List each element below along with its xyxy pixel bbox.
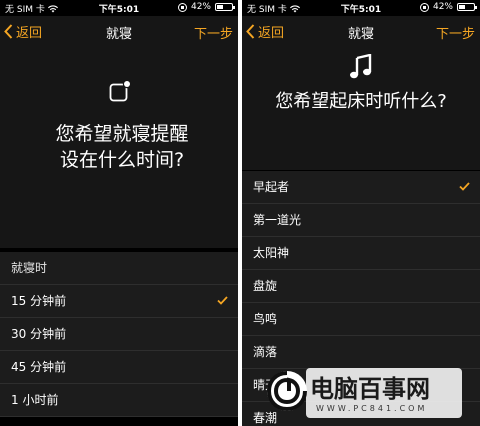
bedtime-reminder-icon xyxy=(109,80,131,102)
option-label: 盘旋 xyxy=(253,279,278,293)
option-label: 45 分钟前 xyxy=(11,360,67,374)
status-bar: 无 SIM 卡 下午5:01 42% xyxy=(0,0,238,16)
status-right: 42% xyxy=(419,2,477,12)
battery-icon xyxy=(215,3,235,11)
hero-question: 您希望起床时听什么? xyxy=(275,91,447,112)
watermark-brand: 电脑百事网 xyxy=(310,375,430,403)
brand-logo-icon xyxy=(266,371,307,412)
reminder-options-list: 就寝时 15 分钟前 30 分钟前 45 分钟前 1 小时前 xyxy=(0,252,238,417)
option-label: 滴落 xyxy=(253,345,278,359)
option-label: 15 分钟前 xyxy=(11,294,67,308)
option-label: 鸟鸣 xyxy=(253,312,278,326)
music-note-icon xyxy=(350,54,372,79)
hero-line-1: 您希望就寝提醒 xyxy=(55,123,189,145)
option-15-min[interactable]: 15 分钟前 xyxy=(0,285,238,318)
next-button[interactable]: 下一步 xyxy=(436,23,475,42)
option-label: 太阳神 xyxy=(253,246,290,260)
option-label: 第一道光 xyxy=(253,213,302,227)
rotation-lock-icon xyxy=(419,2,429,12)
battery-percent: 42% xyxy=(190,2,211,12)
option-45-min[interactable]: 45 分钟前 xyxy=(0,351,238,384)
list-header: 就寝时 xyxy=(0,252,238,285)
checkmark-icon xyxy=(459,182,470,191)
option-label: 1 小时前 xyxy=(11,393,59,407)
sound-option[interactable]: 鸟鸣 xyxy=(242,303,480,336)
nav-bar: 返回 就寝 下一步 xyxy=(242,16,480,46)
hero-panel: 您希望起床时听什么? xyxy=(242,46,480,170)
sound-option[interactable]: 早起者 xyxy=(242,171,480,204)
option-30-min[interactable]: 30 分钟前 xyxy=(0,318,238,351)
status-right: 42% xyxy=(177,2,235,12)
hero-line-2: 设在什么时间? xyxy=(59,149,185,171)
option-label: 30 分钟前 xyxy=(11,327,67,341)
sound-option[interactable]: 第一道光 xyxy=(242,204,480,237)
battery-icon xyxy=(457,3,477,11)
battery-percent: 42% xyxy=(432,2,453,12)
sound-option[interactable]: 太阳神 xyxy=(242,237,480,270)
battery-fill xyxy=(459,5,465,9)
left-screen: 无 SIM 卡 下午5:01 42% 返回 就寝 下一步 您希望就寝提醒 设在什… xyxy=(0,0,238,426)
rotation-lock-icon xyxy=(177,2,187,12)
nav-bar: 返回 就寝 下一步 xyxy=(0,16,238,46)
right-screen: 无 SIM 卡 下午5:01 42% 返回 就寝 下一步 您希望起床时听什么? … xyxy=(242,0,480,426)
status-bar: 无 SIM 卡 下午5:01 42% xyxy=(242,0,480,16)
hero-question: 您希望就寝提醒 设在什么时间? xyxy=(0,121,238,173)
next-button[interactable]: 下一步 xyxy=(194,23,233,42)
option-1-hour[interactable]: 1 小时前 xyxy=(0,384,238,417)
sound-option[interactable]: 滴落 xyxy=(242,336,480,369)
watermark: 电脑百事网 WWW.PC841.COM xyxy=(266,368,466,422)
option-label: 早起者 xyxy=(253,180,290,194)
hero-panel: 您希望就寝提醒 设在什么时间? xyxy=(0,46,238,248)
sound-option[interactable]: 盘旋 xyxy=(242,270,480,303)
checkmark-icon xyxy=(217,296,228,305)
battery-fill xyxy=(217,5,223,9)
watermark-url: WWW.PC841.COM xyxy=(316,404,428,413)
